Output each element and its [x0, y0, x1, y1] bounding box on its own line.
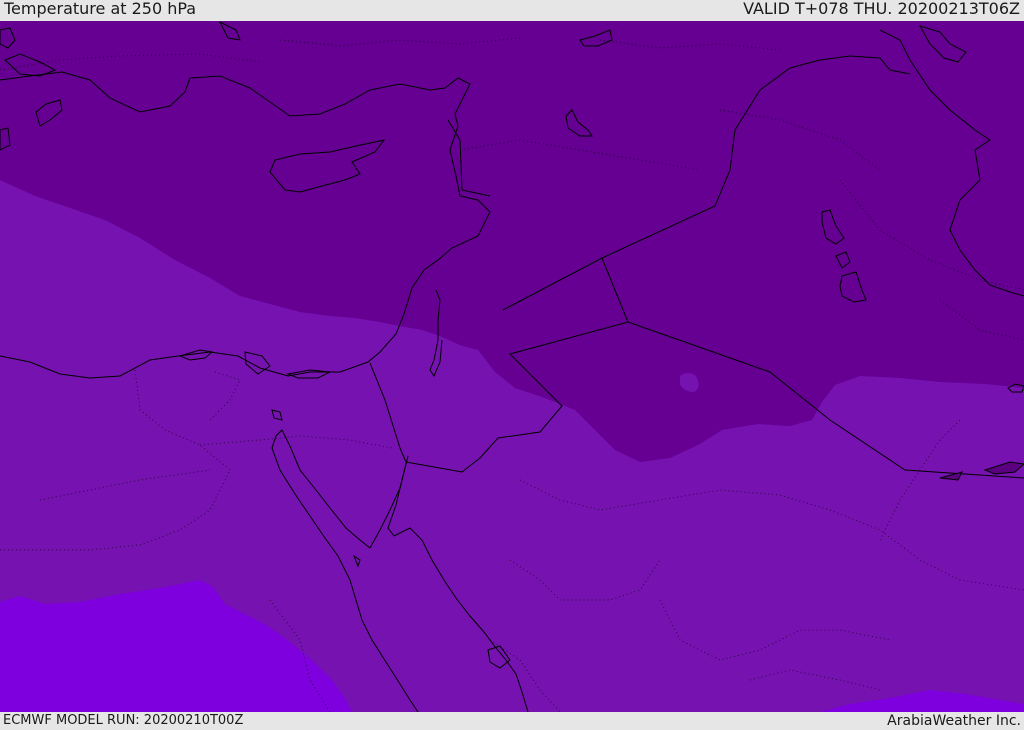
- header-bar: Temperature at 250 hPa VALID T+078 THU. …: [0, 0, 1024, 21]
- map-title: Temperature at 250 hPa: [4, 0, 197, 18]
- footer-bar: ECMWF MODEL RUN: 20200210T00Z ArabiaWeat…: [0, 712, 1024, 729]
- valid-time: VALID T+078 THU. 20200213T06Z: [743, 0, 1020, 18]
- credit: ArabiaWeather Inc.: [887, 713, 1021, 729]
- weather-map[interactable]: [0, 21, 1024, 712]
- model-run: ECMWF MODEL RUN: 20200210T00Z: [3, 713, 244, 728]
